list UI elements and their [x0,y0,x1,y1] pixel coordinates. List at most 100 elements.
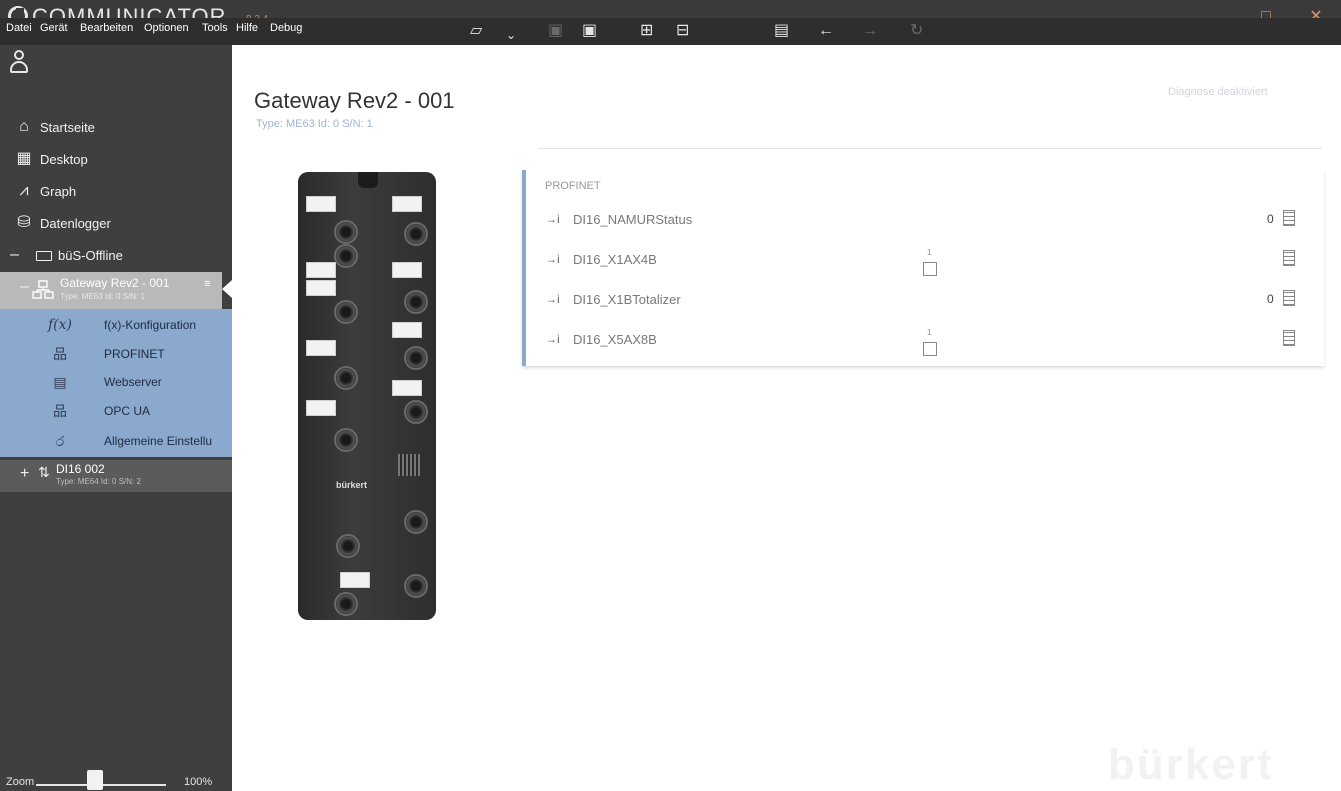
m12-port [404,222,428,246]
save-icon[interactable]: ▣ [548,22,563,40]
device-brand-label: bürkert [336,480,368,490]
menu-datei[interactable]: Datei [6,22,32,34]
bus-collapse-toggle[interactable]: – [10,246,19,264]
process-value-row[interactable]: →i DI16_NAMURStatus 0 [545,210,1320,248]
sidebar-item-label: OPC UA [104,404,151,418]
sidebar-item-label: Desktop [40,152,88,167]
device-label-tab [392,322,422,338]
panel-heading: PROFINET [545,180,601,192]
network-icon: 品 [53,346,67,362]
zoom-value: 100% [184,776,213,788]
bit-checkbox[interactable] [923,262,937,276]
sidebar-item-datenlogger[interactable]: ⛁ Datenlogger [0,208,232,238]
process-value-name: DI16_X1BTotalizer [573,292,681,307]
m12-port [404,400,428,424]
m12-port [404,510,428,534]
zoom-slider-thumb[interactable] [86,770,103,790]
menu-bearbeiten[interactable]: Bearbeiten [80,22,133,34]
m12-port [404,346,428,370]
report-icon[interactable]: ▤ [774,22,789,40]
settings-icon: ර [55,433,65,449]
refresh-icon[interactable]: ↻ [910,22,923,40]
device-label-tab [306,196,336,212]
m12-port [404,290,428,314]
m12-port [334,300,358,324]
network-icon [32,280,54,299]
chevron-down-icon[interactable]: ⌄ [506,26,516,44]
import-icon[interactable]: ⊞ [640,22,653,40]
network-icon: 品 [53,403,67,419]
device-label-tab [392,262,422,278]
m12-port [334,428,358,452]
bus-offline-label[interactable]: büS-Offline [58,248,123,263]
menu-geraet[interactable]: Gerät [40,22,68,34]
menu-debug[interactable]: Debug [270,22,302,34]
process-value-row[interactable]: →i DI16_X5AX8B 1 [545,328,1320,368]
sidebar-item-allgemeine-einstellungen[interactable]: ර Allgemeine Einstellu [0,426,232,456]
save-as-icon[interactable]: ▣ [582,22,597,40]
device-expand-toggle[interactable]: + [20,465,29,483]
sidebar-item-desktop[interactable]: ▦ Desktop [0,144,232,174]
database-icon: ⛁ [17,214,31,231]
bitfield-grid-icon[interactable] [1283,210,1295,226]
device-label-tab [306,340,336,356]
menu-hilfe[interactable]: Hilfe [236,22,258,34]
device-label-tab [306,262,336,278]
device-label-tab [392,196,422,212]
device-label-tab [340,572,370,588]
zoom-label: Zoom [6,776,35,788]
open-device-icon[interactable]: ▱ [470,22,482,40]
process-value-row[interactable]: →i DI16_X1BTotalizer 0 [545,290,1320,328]
input-arrow-icon: →i [545,212,560,226]
selection-arrow [222,280,232,298]
sidebar-item-label: PROFINET [104,347,165,361]
webserver-icon: ▤ [53,374,67,390]
sidebar-item-webserver[interactable]: ▤ Webserver [0,367,232,397]
back-arrow-icon[interactable]: ← [818,22,834,40]
process-value-name: DI16_NAMURStatus [573,212,693,227]
input-arrow-icon: →i [545,292,560,306]
process-value: 0 [1267,292,1274,306]
checkbox-label: 1 [927,328,932,337]
hamburger-menu-icon[interactable]: ≡ [204,278,210,290]
device-label-tab [306,400,336,416]
forward-arrow-icon[interactable]: → [862,22,878,40]
gateway-collapse-toggle[interactable]: – [20,278,29,296]
sidebar-item-opc-ua[interactable]: 品 OPC UA [0,396,232,426]
qr-code [398,454,420,476]
input-arrow-icon: →i [545,252,560,266]
gateway-title: Gateway Rev2 - 001 [60,276,170,290]
sidebar-item-label: Graph [40,184,77,199]
process-value: 0 [1267,212,1274,226]
sidebar-item-label: Startseite [40,120,95,135]
m12-port [404,574,428,598]
sidebar-item-startseite[interactable]: ⌂ Startseite [0,112,232,142]
export-icon[interactable]: ⊟ [676,22,689,40]
sidebar-item-fx-konfiguration[interactable]: f(x) f(x)-Konfiguration [0,310,232,340]
sidebar-item-label: f(x)-Konfiguration [104,318,197,332]
m12-port [334,244,358,268]
sidebar-item-graph[interactable]: ⩘ Graph [0,176,232,206]
process-value-row[interactable]: →i DI16_X1AX4B 1 [545,248,1320,288]
menu-tools[interactable]: Tools [202,22,228,34]
page-title: Gateway Rev2 - 001 [254,88,455,113]
device-notch [358,172,378,188]
bitfield-grid-icon[interactable] [1283,250,1295,266]
bitfield-grid-icon[interactable] [1283,290,1295,306]
page-subtitle: Type: ME63 Id: 0 S/N: 1 [256,118,373,130]
input-arrow-icon: →i [545,332,560,346]
diagnose-toggle[interactable]: Diagnose deaktiviert [1168,86,1268,98]
bit-checkbox[interactable] [923,342,937,356]
menu-optionen[interactable]: Optionen [144,22,189,34]
brand-watermark: bürkert [1108,740,1274,789]
m12-port [334,592,358,616]
user-icon[interactable] [10,50,28,74]
m12-port [336,534,360,558]
graph-icon: ⩘ [19,182,29,199]
bitfield-grid-icon[interactable] [1283,330,1295,346]
desktop-icon: ▦ [16,150,32,167]
device-tree-item[interactable] [0,460,232,492]
io-device-icon: ⇅ [38,464,50,480]
sidebar-item-profinet[interactable]: 品 PROFINET [0,339,232,369]
fx-icon: f(x) [48,317,73,333]
